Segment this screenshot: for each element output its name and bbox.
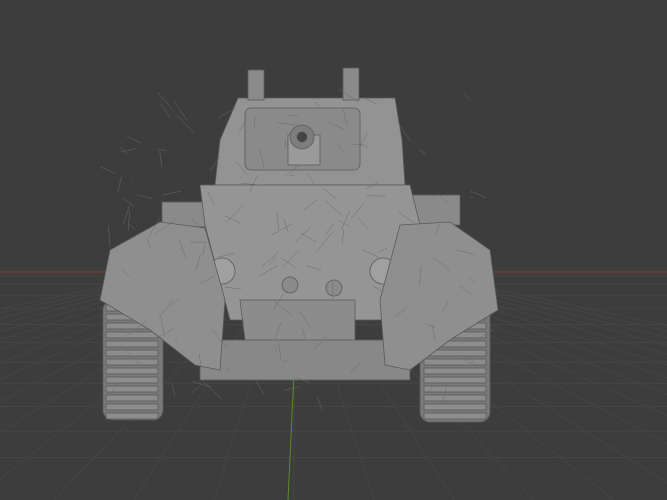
grid-line bbox=[136, 194, 153, 199]
grid-line bbox=[470, 190, 487, 198]
lower-plate bbox=[199, 339, 411, 381]
tank-model[interactable] bbox=[99, 67, 499, 423]
grid-line bbox=[127, 223, 136, 230]
grid-line bbox=[316, 396, 323, 411]
track-link bbox=[105, 340, 159, 348]
gun-muzzle bbox=[296, 131, 308, 143]
track-link bbox=[423, 394, 487, 402]
track-link bbox=[423, 358, 487, 366]
grid-line bbox=[119, 146, 128, 155]
grid-line bbox=[172, 384, 175, 396]
track-link bbox=[105, 331, 159, 339]
track-link bbox=[105, 376, 159, 384]
grid-line bbox=[190, 384, 202, 394]
grid-line bbox=[128, 210, 130, 231]
grid-line bbox=[463, 92, 472, 101]
track-link bbox=[423, 376, 487, 384]
grid-line bbox=[284, 386, 300, 391]
grid-line bbox=[173, 100, 188, 121]
grid-line bbox=[176, 114, 195, 134]
track-link bbox=[105, 403, 159, 411]
turret-hatch-left bbox=[247, 69, 265, 101]
grid-line bbox=[108, 226, 111, 247]
turret-hatch-right bbox=[342, 67, 360, 101]
grid-line bbox=[419, 149, 426, 154]
track-link bbox=[423, 367, 487, 375]
track-link bbox=[105, 367, 159, 375]
track-link bbox=[105, 412, 159, 420]
left-visor bbox=[281, 276, 299, 294]
track-link bbox=[105, 358, 159, 366]
3d-viewport[interactable] bbox=[0, 0, 667, 500]
grid-line bbox=[160, 103, 171, 119]
grid-line bbox=[159, 150, 162, 168]
grid-line bbox=[157, 91, 175, 112]
right-visor bbox=[325, 279, 343, 297]
grid-line bbox=[117, 175, 123, 194]
viewport-canvas[interactable] bbox=[0, 0, 667, 500]
track-link bbox=[423, 385, 487, 393]
grid-line bbox=[126, 136, 142, 144]
track-link bbox=[423, 412, 487, 420]
grid-line bbox=[99, 166, 116, 174]
grid-line bbox=[161, 190, 181, 196]
track-link bbox=[105, 349, 159, 357]
track-link bbox=[105, 394, 159, 402]
track-link bbox=[423, 403, 487, 411]
grid-line bbox=[123, 205, 130, 225]
grid-line bbox=[123, 198, 135, 207]
